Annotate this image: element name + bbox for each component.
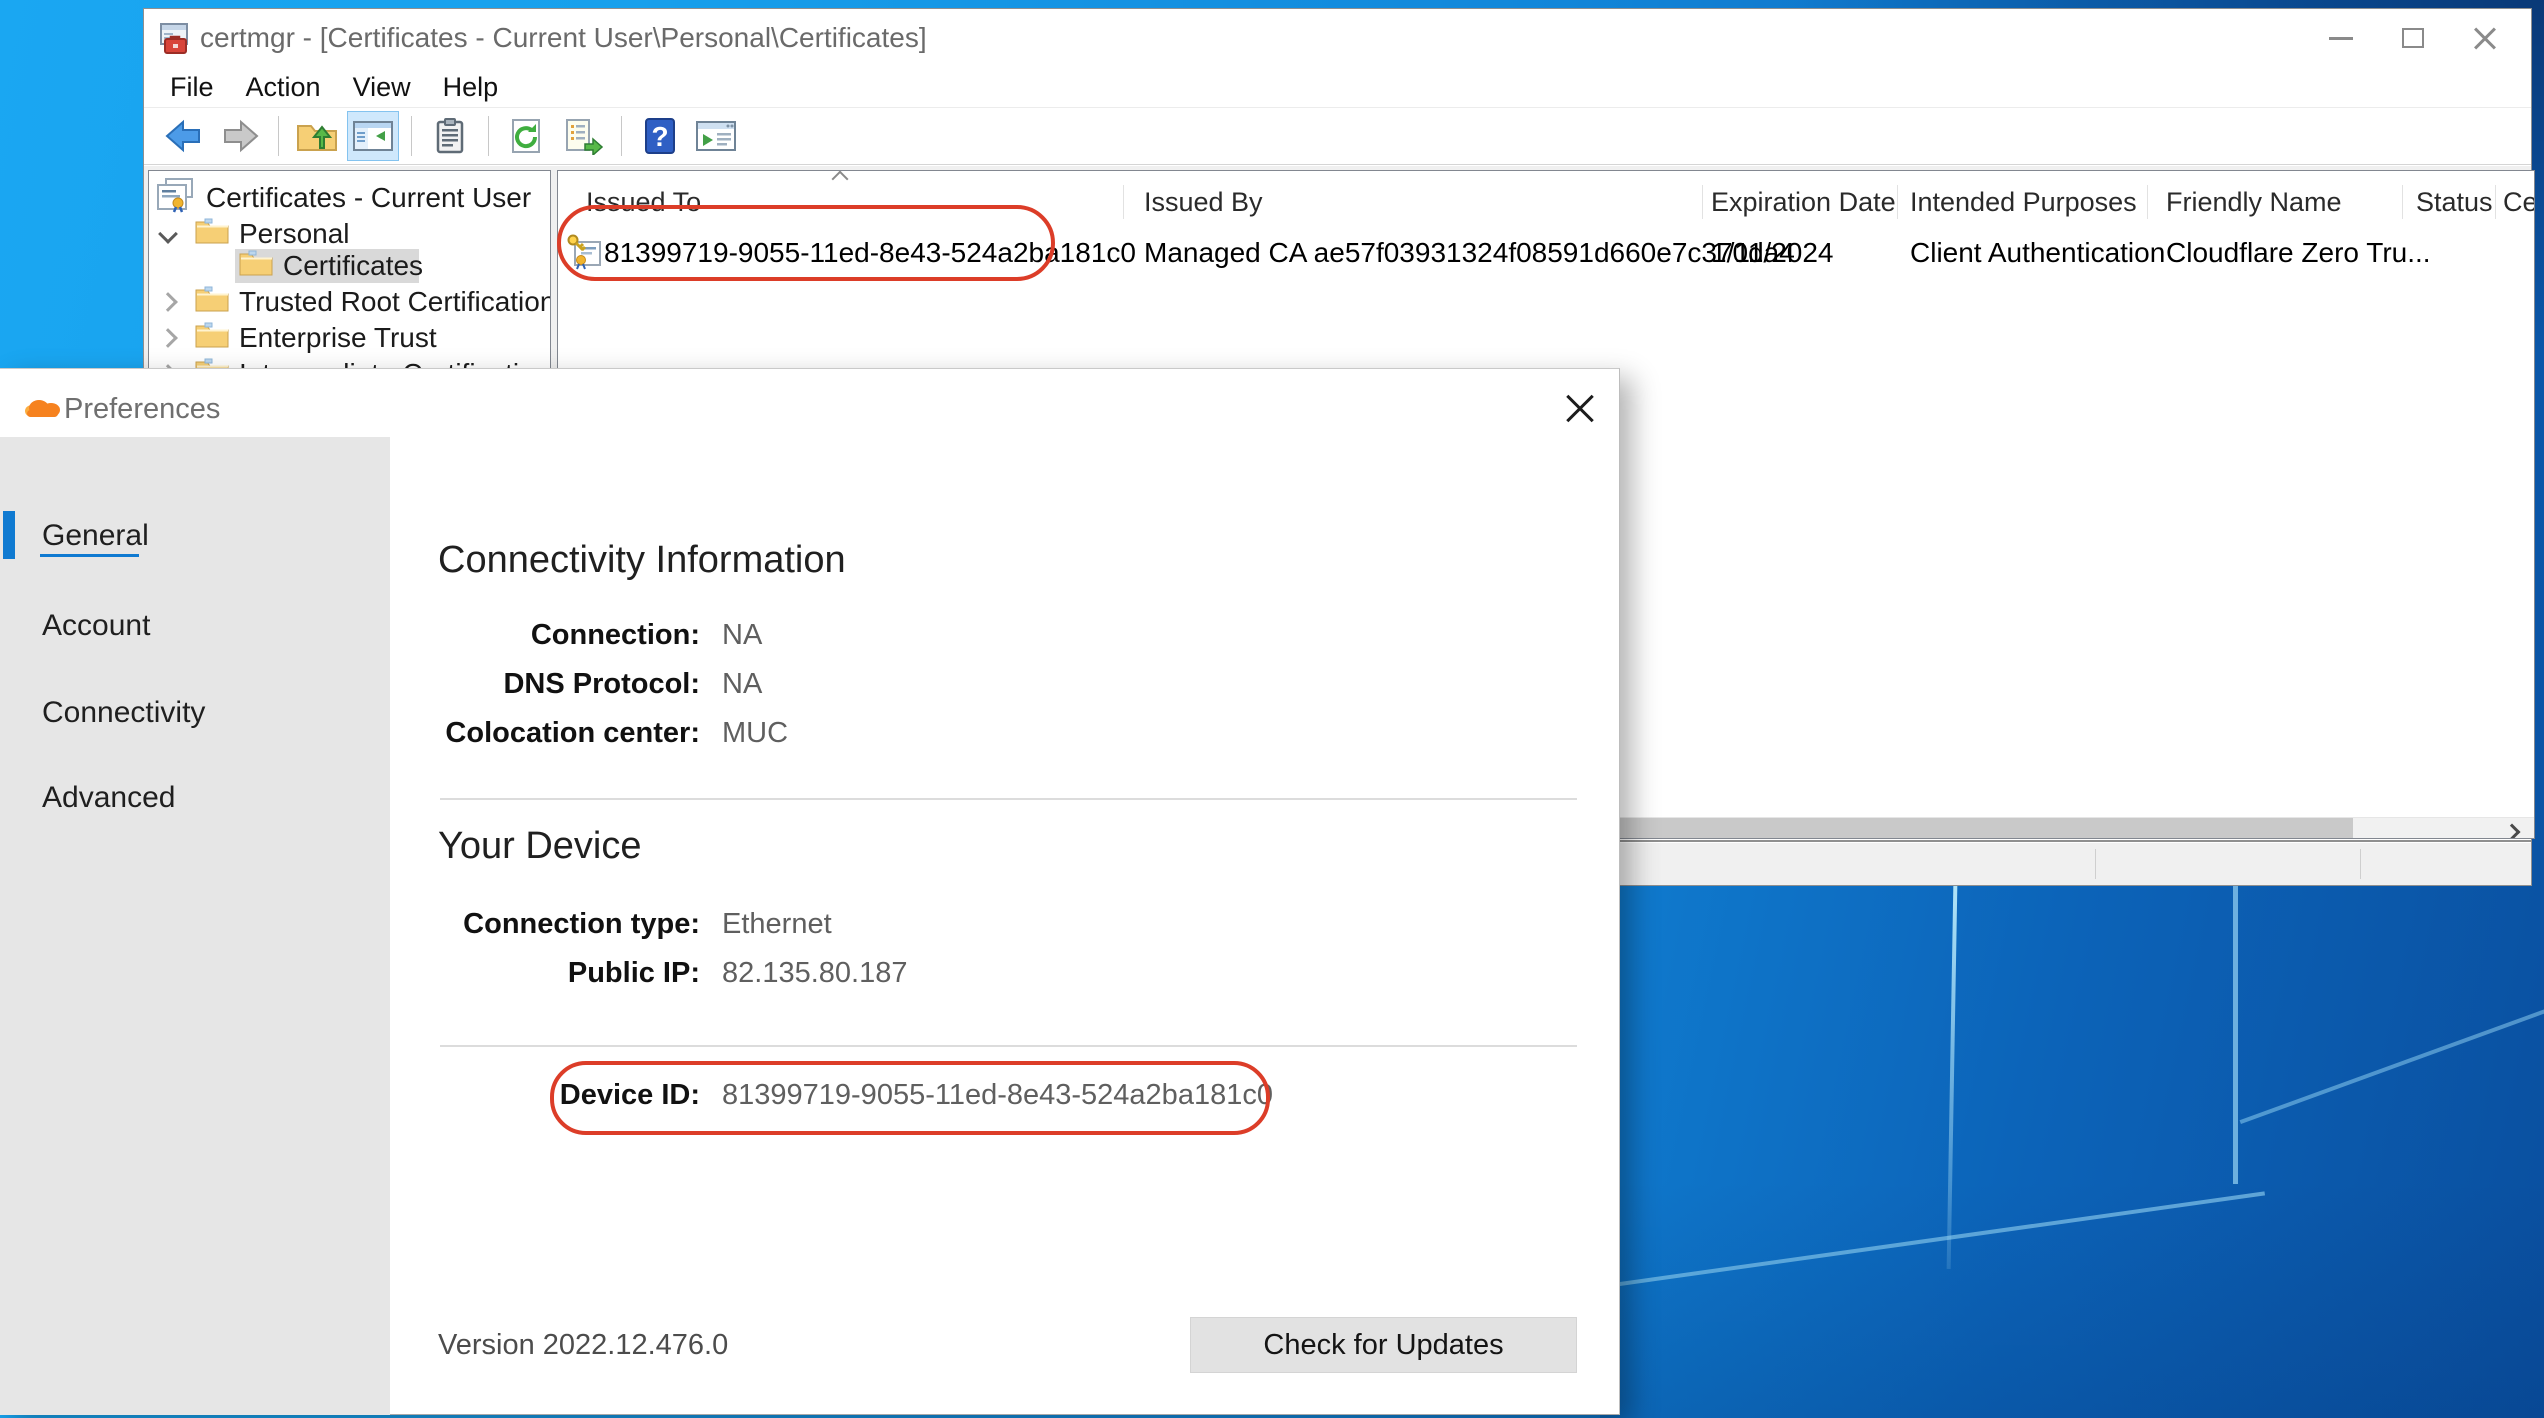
tree-item-enterprise-trust[interactable]: Enterprise Trust <box>161 321 437 355</box>
export-list-button[interactable] <box>557 111 609 161</box>
column-separator[interactable] <box>1702 185 1703 219</box>
annotation-ellipse-issued-to <box>557 205 1055 281</box>
colocation-center-value: MUC <box>722 717 788 750</box>
scrollbar-right-arrow[interactable] <box>2494 818 2530 839</box>
certmgr-app-icon <box>154 19 194 64</box>
show-console-tree-button[interactable] <box>347 111 399 161</box>
cloudflare-logo-icon <box>22 397 62 424</box>
connection-type-value: Ethernet <box>722 908 832 941</box>
connection-value: NA <box>722 619 762 652</box>
annotation-ellipse-device-id <box>550 1061 1270 1135</box>
svg-text:?: ? <box>651 121 668 152</box>
connection-label: Connection: <box>420 619 700 652</box>
toolbar-separator <box>411 116 412 156</box>
column-header-intended-purposes[interactable]: Intended Purposes <box>1910 187 2137 221</box>
minimize-button[interactable] <box>2305 13 2377 63</box>
certificates-store-icon <box>154 177 200 220</box>
toolbar-separator <box>278 116 279 156</box>
statusbar-separator <box>2360 849 2361 879</box>
column-separator[interactable] <box>2147 185 2148 219</box>
help-button[interactable]: ? <box>634 111 686 161</box>
menu-view[interactable]: View <box>353 72 411 103</box>
wallpaper-beam <box>1601 1191 2265 1288</box>
forward-button[interactable] <box>214 111 266 161</box>
column-separator[interactable] <box>2495 185 2496 219</box>
column-separator[interactable] <box>1123 185 1124 219</box>
column-header-expiration-date[interactable]: Expiration Date <box>1711 187 1896 221</box>
sidebar-item-account[interactable]: Account <box>42 609 150 643</box>
close-button[interactable] <box>2449 13 2521 63</box>
check-for-updates-button[interactable]: Check for Updates <box>1190 1317 1577 1373</box>
column-separator[interactable] <box>2402 185 2403 219</box>
section-divider <box>440 1045 1577 1047</box>
folder-icon <box>195 321 229 355</box>
sidebar-item-connectivity[interactable]: Connectivity <box>42 696 205 730</box>
section-divider <box>440 798 1577 800</box>
menu-file[interactable]: File <box>170 72 214 103</box>
folder-icon <box>195 285 229 319</box>
menubar: File Action View Help <box>144 67 2531 107</box>
dns-protocol-value: NA <box>722 668 762 701</box>
sidebar-item-advanced[interactable]: Advanced <box>42 781 175 815</box>
column-header-status[interactable]: Status <box>2416 187 2493 221</box>
folder-icon <box>239 249 273 283</box>
cell-intended-purposes[interactable]: Client Authentication <box>1910 233 2165 273</box>
maximize-button[interactable] <box>2377 13 2449 63</box>
dns-protocol-label: DNS Protocol: <box>420 668 700 701</box>
up-one-level-button[interactable] <box>291 111 343 161</box>
tree-item-certificates[interactable]: Certificates <box>239 249 423 283</box>
statusbar-separator <box>2095 849 2096 879</box>
cell-issued-by[interactable]: Managed CA ae57f03931324f08591d660e7c370… <box>1144 233 1795 273</box>
tree-item-personal[interactable]: Personal <box>161 217 350 251</box>
chevron-right-icon[interactable] <box>158 328 178 348</box>
toolbar-separator <box>488 116 489 156</box>
window-title: certmgr - [Certificates - Current User\P… <box>200 22 927 54</box>
wallpaper-beam <box>2233 884 2238 1184</box>
folder-icon <box>195 217 229 251</box>
toolbar-separator <box>621 116 622 156</box>
preferences-close-icon[interactable] <box>1552 381 1608 437</box>
tree-item-trusted-root[interactable]: Trusted Root Certification Au <box>161 285 551 319</box>
toolbar: ? <box>144 107 2531 165</box>
column-separator[interactable] <box>1897 185 1898 219</box>
public-ip-label: Public IP: <box>420 957 700 990</box>
sidebar-item-general[interactable]: General <box>42 519 149 553</box>
properties-button[interactable] <box>424 111 476 161</box>
active-tab-underline <box>40 554 139 557</box>
cell-expiration-date[interactable]: 1/11/2024 <box>1711 233 1834 273</box>
menu-action[interactable]: Action <box>246 72 321 103</box>
preferences-sidebar: General Account Connectivity Advanced <box>0 437 390 1415</box>
column-header-certificate[interactable]: Ce <box>2503 187 2535 221</box>
back-button[interactable] <box>158 111 210 161</box>
cell-friendly-name[interactable]: Cloudflare Zero Tru... <box>2166 233 2431 273</box>
chevron-right-icon[interactable] <box>158 292 178 312</box>
chevron-down-icon[interactable] <box>158 224 178 244</box>
certmgr-titlebar[interactable]: certmgr - [Certificates - Current User\P… <box>144 9 2531 67</box>
sort-ascending-icon <box>832 171 849 188</box>
colocation-center-label: Colocation center: <box>420 717 700 750</box>
connectivity-info-heading: Connectivity Information <box>438 539 846 582</box>
wallpaper-beam <box>2240 1004 2544 1124</box>
preferences-window: Preferences General Account Connectivity… <box>0 368 1620 1415</box>
column-header-friendly-name[interactable]: Friendly Name <box>2166 187 2342 221</box>
preferences-title: Preferences <box>64 393 220 426</box>
new-window-button[interactable] <box>690 111 742 161</box>
menu-help[interactable]: Help <box>443 72 499 103</box>
public-ip-value: 82.135.80.187 <box>722 957 907 990</box>
tree-item-certificates-current-user[interactable]: Certificates - Current User <box>154 181 531 215</box>
wallpaper-beam <box>1947 884 1958 1269</box>
active-tab-indicator <box>3 511 15 559</box>
column-header-issued-by[interactable]: Issued By <box>1144 187 1263 221</box>
your-device-heading: Your Device <box>438 825 642 868</box>
refresh-button[interactable] <box>501 111 553 161</box>
wallpaper-shade <box>1600 1180 2544 1418</box>
version-text: Version 2022.12.476.0 <box>438 1329 728 1362</box>
connection-type-label: Connection type: <box>420 908 700 941</box>
